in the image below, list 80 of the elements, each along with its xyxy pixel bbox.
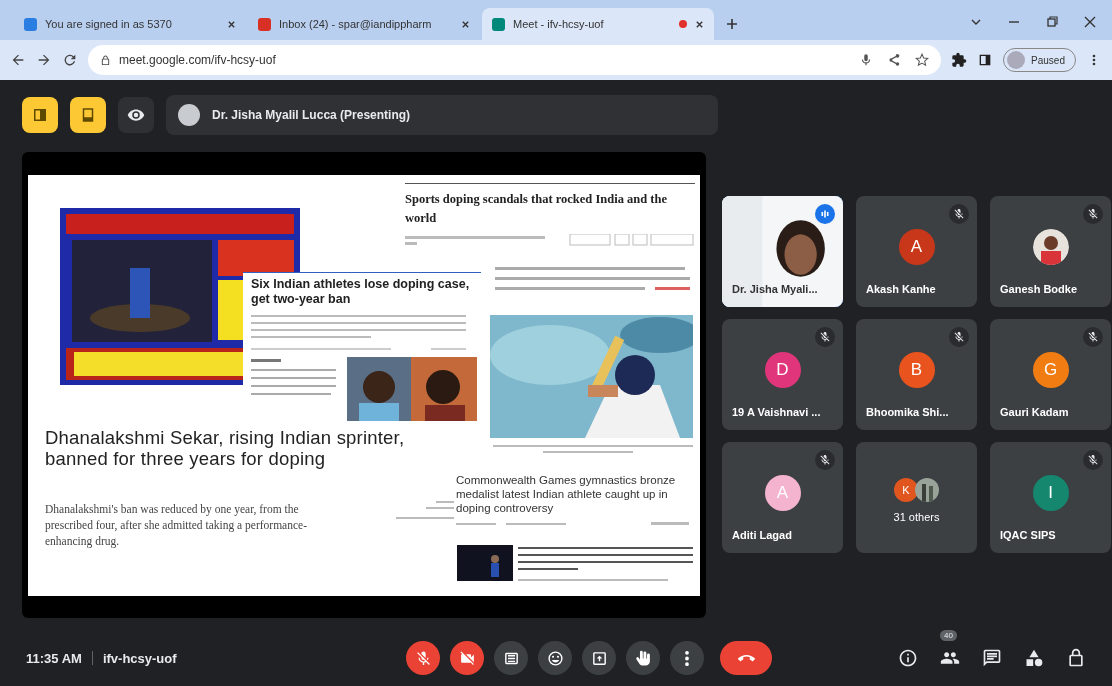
eye-icon bbox=[127, 106, 145, 124]
close-icon[interactable] bbox=[1084, 16, 1096, 28]
article-headline: Six Indian athletes lose doping case, get two-year ban bbox=[251, 277, 471, 307]
participant-tile[interactable]: I IQAC SIPS bbox=[990, 441, 1111, 553]
participant-name: Gauri Kadam bbox=[1000, 405, 1069, 418]
clock-time: 11:35 AM bbox=[26, 650, 82, 666]
camera-button[interactable] bbox=[450, 641, 484, 675]
avatar: B bbox=[898, 352, 935, 388]
participant-tile[interactable]: D 19 A Vaishnavi ... bbox=[722, 318, 843, 430]
tab-title: Meet - ifv-hcsy-uof bbox=[513, 18, 605, 30]
mic-button[interactable] bbox=[406, 641, 440, 675]
article-headline: Commonwealth Games gymnastics bronze medalist latest Indian athlete caught up in doping controversy bbox=[456, 473, 677, 515]
participant-name: Dr. Jisha Myali... bbox=[732, 282, 818, 295]
participant-tile[interactable]: A Aditi Lagad bbox=[722, 441, 843, 553]
favicon-icon bbox=[24, 17, 37, 31]
participant-tile[interactable]: A Akash Kanhe bbox=[856, 195, 977, 307]
emoji-button[interactable] bbox=[538, 641, 572, 675]
layout-button[interactable] bbox=[70, 97, 106, 133]
end-button[interactable] bbox=[720, 641, 772, 675]
participant-tile[interactable]: Dr. Jisha Myali... bbox=[722, 195, 843, 307]
info-icon bbox=[898, 648, 918, 668]
participant-name: Bhoomika Shi... bbox=[866, 405, 949, 418]
tab-title: Inbox (24) - spar@iandippharm bbox=[279, 18, 433, 30]
participant-tile[interactable]: B Bhoomika Shi... bbox=[856, 318, 977, 430]
avatar: D bbox=[764, 352, 801, 388]
article-summary: Dhanalakshmi's ban was reduced by one year, from the prescribed four, after she admitted taking a performance-enhancing drug. bbox=[45, 502, 308, 549]
participant-name: IQAC SIPS bbox=[1000, 528, 1056, 541]
back-icon[interactable] bbox=[10, 52, 26, 68]
article-headline: Sports doping scandals that rocked India and the world bbox=[405, 191, 668, 227]
participant-name: 31 others bbox=[892, 510, 941, 523]
count-badge: 40 bbox=[940, 630, 957, 641]
browser-tab[interactable]: Meet - ifv-hcsy-uof bbox=[482, 8, 714, 40]
present-button[interactable] bbox=[582, 641, 616, 675]
layout-button[interactable] bbox=[22, 97, 58, 133]
avatar: G bbox=[1032, 352, 1069, 388]
chat-icon bbox=[982, 648, 1002, 668]
hand-button[interactable] bbox=[626, 641, 660, 675]
participant-name: Akash Kanhe bbox=[866, 282, 936, 295]
restore-icon[interactable] bbox=[1046, 16, 1058, 28]
close-icon[interactable] bbox=[461, 19, 470, 29]
presenter-name: Dr. Jisha Myalil Lucca (Presenting) bbox=[212, 108, 411, 122]
participant-tile[interactable]: Ganesh Bodke bbox=[990, 195, 1111, 307]
browser-tab[interactable]: Inbox (24) - spar@iandippharm bbox=[248, 8, 480, 40]
layout-icon bbox=[31, 106, 49, 124]
star-icon[interactable] bbox=[915, 53, 930, 67]
avatar: K bbox=[894, 478, 918, 502]
close-icon[interactable] bbox=[227, 19, 236, 29]
tab-title: You are signed in as 5370 bbox=[45, 18, 173, 30]
reload-icon[interactable] bbox=[62, 52, 78, 68]
address-field[interactable]: meet.google.com/ifv-hcsy-uof bbox=[88, 45, 942, 75]
emoji-icon bbox=[546, 649, 564, 667]
favicon-icon bbox=[258, 17, 271, 31]
close-icon[interactable] bbox=[695, 19, 704, 29]
participant-name: Ganesh Bodke bbox=[1000, 282, 1078, 295]
participant-name: 19 A Vaishnavi ... bbox=[732, 405, 821, 418]
present-icon bbox=[590, 649, 608, 667]
avatar-icon bbox=[178, 104, 200, 126]
view-button[interactable] bbox=[118, 97, 154, 133]
share-icon[interactable] bbox=[887, 53, 902, 67]
more-icon bbox=[684, 649, 690, 667]
avatar: A bbox=[898, 229, 935, 265]
shapes-icon bbox=[1024, 648, 1044, 668]
lock-icon bbox=[1066, 648, 1086, 668]
lock-icon bbox=[100, 54, 111, 66]
more-button[interactable] bbox=[670, 641, 704, 675]
avatar: I bbox=[1032, 475, 1069, 511]
puzzle-icon[interactable] bbox=[951, 52, 968, 68]
captions-button[interactable] bbox=[494, 641, 528, 675]
forward-icon[interactable] bbox=[36, 52, 52, 68]
participant-name: Aditi Lagad bbox=[732, 528, 792, 541]
participant-tile[interactable]: K 31 others bbox=[856, 441, 977, 553]
browser-tab[interactable]: You are signed in as 5370 bbox=[14, 8, 246, 40]
favicon-icon bbox=[492, 17, 505, 31]
camera-off-icon bbox=[458, 649, 476, 667]
participant-tile[interactable]: G Gauri Kadam bbox=[990, 318, 1111, 430]
avatar: A bbox=[764, 475, 801, 511]
meeting-code: ifv-hcsy-uof bbox=[102, 650, 177, 666]
article-headline: Dhanalakshmi Sekar, rising Indian sprinter, banned for three years for doping bbox=[45, 427, 406, 469]
new-tab-icon[interactable] bbox=[726, 18, 738, 30]
hand-icon bbox=[634, 649, 652, 667]
